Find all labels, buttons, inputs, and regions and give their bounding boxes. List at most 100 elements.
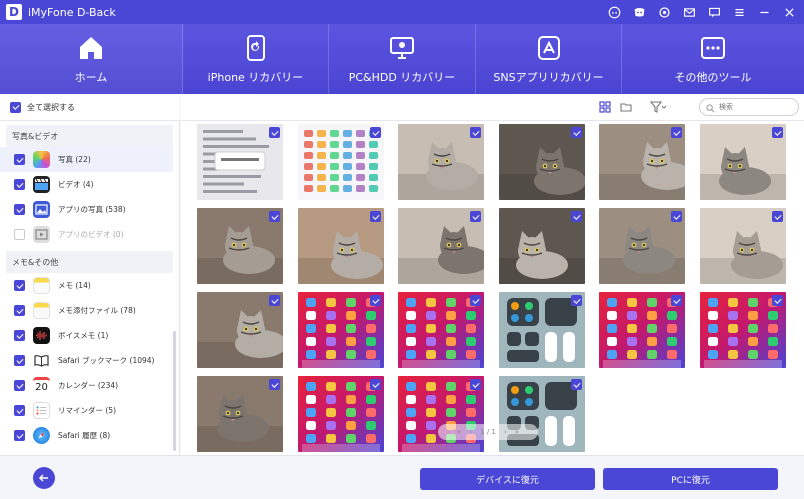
thumbnail-cat-photo[interactable]: [599, 124, 685, 200]
restore-to-device-button[interactable]: デバイスに復元: [420, 468, 595, 490]
thumbnail-cat-photo[interactable]: [197, 292, 283, 368]
photos-checkbox[interactable]: [14, 154, 25, 165]
thumbnail-cat-photo[interactable]: [197, 376, 283, 452]
thumbnail-checkbox[interactable]: [269, 379, 280, 390]
thumbnail-ios-home-screen[interactable]: [298, 292, 384, 368]
safari-history-checkbox[interactable]: [14, 430, 25, 441]
bookmark-icon: [33, 352, 50, 369]
sidebar-item-videos[interactable]: ビデオ (4): [0, 172, 179, 197]
thumbnail-screenshot-settings[interactable]: [197, 124, 283, 200]
thumbnail-checkbox[interactable]: [370, 295, 381, 306]
notes-label: メモ (14): [58, 281, 91, 290]
thumbnail-cat-photo[interactable]: [499, 208, 585, 284]
thumbnail-checkbox[interactable]: [772, 211, 783, 222]
sidebar-item-safari-history[interactable]: Safari 履歴 (8): [0, 423, 179, 448]
thumbnail-checkbox[interactable]: [571, 379, 582, 390]
thumbnail-checkbox[interactable]: [370, 379, 381, 390]
next-page-button[interactable]: ›: [504, 428, 507, 436]
app-videos-checkbox[interactable]: [14, 229, 25, 240]
thumbnail-checkbox[interactable]: [671, 127, 682, 138]
videos-checkbox[interactable]: [14, 179, 25, 190]
first-page-button[interactable]: «: [457, 428, 461, 436]
sidebar-item-voice-memo[interactable]: ボイスメモ (1): [0, 323, 179, 348]
thumbnail-checkbox[interactable]: [571, 127, 582, 138]
select-all-checkbox[interactable]: [10, 101, 21, 113]
thumbnail-checkbox[interactable]: [370, 211, 381, 222]
thumbnail-checkbox[interactable]: [671, 295, 682, 306]
thumbnail-cat-photo[interactable]: [197, 208, 283, 284]
last-page-button[interactable]: »: [515, 428, 519, 436]
thumbnail-checkbox[interactable]: [470, 211, 481, 222]
menu-icon[interactable]: [733, 6, 746, 19]
feedback-icon[interactable]: [708, 6, 721, 19]
restore-to-pc-button[interactable]: PCに復元: [603, 468, 778, 490]
thumbnail-cat-photo[interactable]: [398, 124, 484, 200]
grid-view-icon[interactable]: [599, 101, 611, 113]
settings-icon[interactable]: [658, 6, 671, 19]
tab-pc-recovery[interactable]: PC&HDD リカバリー: [329, 24, 476, 94]
thumbnail-checkbox[interactable]: [772, 295, 783, 306]
notes-checkbox[interactable]: [14, 280, 25, 291]
search-input[interactable]: [719, 103, 789, 111]
thumbnail-ios-control-center[interactable]: [499, 376, 585, 452]
back-button[interactable]: [33, 467, 55, 489]
sidebar-item-reminders[interactable]: リマインダー (5): [0, 398, 179, 423]
search-box[interactable]: [699, 98, 799, 116]
minimize-icon[interactable]: [758, 6, 771, 19]
arrow-left-icon: [38, 474, 48, 482]
sidebar-scrollbar[interactable]: [173, 331, 176, 451]
sidebar-item-app-photos[interactable]: アプリの写真 (538): [0, 197, 179, 222]
thumbnail-ios-control-center[interactable]: [499, 292, 585, 368]
discord-icon[interactable]: [608, 6, 621, 19]
thumbnail-checkbox[interactable]: [269, 127, 280, 138]
sidebar-item-notes-attachments[interactable]: メモ添付ファイル (78): [0, 298, 179, 323]
thumbnail-checkbox[interactable]: [571, 211, 582, 222]
thumbnail-ios-home-screen[interactable]: [599, 292, 685, 368]
thumbnail-checkbox[interactable]: [470, 379, 481, 390]
thumbnail-cat-photo[interactable]: [398, 208, 484, 284]
sidebar-item-safari-bookmarks[interactable]: Safari ブックマーク (1094): [0, 348, 179, 373]
thumbnail-cat-photo[interactable]: [298, 208, 384, 284]
sidebar-item-notes[interactable]: メモ (14): [0, 273, 179, 298]
prev-page-button[interactable]: ‹: [469, 428, 472, 436]
thumbnail-checkbox[interactable]: [269, 211, 280, 222]
bottom-bar: デバイスに復元 PCに復元: [0, 455, 804, 499]
sidebar-item-calendar[interactable]: 20 カレンダー (234): [0, 373, 179, 398]
sidebar-item-photos[interactable]: 写真 (22): [0, 147, 173, 172]
mail-icon[interactable]: [683, 6, 696, 19]
thumbnail-cat-photo[interactable]: [499, 124, 585, 200]
tab-other-tools[interactable]: その他のツール: [622, 24, 804, 94]
thumbnail-checkbox[interactable]: [671, 211, 682, 222]
thumbnail-grid: « ‹ 1 / 1 › »: [181, 121, 804, 455]
tab-sns-recovery[interactable]: SNSアプリリカバリー: [476, 24, 622, 94]
reminders-checkbox[interactable]: [14, 405, 25, 416]
tab-home[interactable]: ホーム: [0, 24, 183, 94]
safari-bookmarks-checkbox[interactable]: [14, 355, 25, 366]
sidebar-item-app-videos[interactable]: アプリのビデオ (0): [0, 222, 179, 247]
thumbnail-cat-photo[interactable]: [700, 124, 786, 200]
tab-iphone-recovery[interactable]: iPhone リカバリー: [183, 24, 329, 94]
thumbnail-checkbox[interactable]: [269, 295, 280, 306]
discord-chat-icon[interactable]: [633, 6, 646, 19]
thumbnail-ios-home-screen[interactable]: [298, 376, 384, 452]
thumbnail-screenshot-control[interactable]: [298, 124, 384, 200]
thumbnail-ios-home-screen[interactable]: [398, 376, 484, 452]
thumbnail-ios-home-screen[interactable]: [700, 292, 786, 368]
thumbnail-checkbox[interactable]: [470, 127, 481, 138]
notes-attachments-checkbox[interactable]: [14, 305, 25, 316]
calendar-checkbox[interactable]: [14, 380, 25, 391]
thumbnail-cat-photo[interactable]: [599, 208, 685, 284]
folder-view-icon[interactable]: [620, 101, 632, 113]
thumbnail-cat-photo[interactable]: [700, 208, 786, 284]
thumbnail-checkbox[interactable]: [370, 127, 381, 138]
thumbnail-ios-home-screen[interactable]: [398, 292, 484, 368]
thumbnail-checkbox[interactable]: [470, 295, 481, 306]
filter-icon[interactable]: [650, 101, 666, 113]
reminders-icon: [33, 402, 50, 419]
close-icon[interactable]: [783, 6, 796, 19]
thumbnail-checkbox[interactable]: [772, 127, 783, 138]
app-photos-checkbox[interactable]: [14, 204, 25, 215]
voice-memo-checkbox[interactable]: [14, 330, 25, 341]
thumbnail-checkbox[interactable]: [571, 295, 582, 306]
select-all-row[interactable]: 全て選択する: [0, 94, 180, 121]
